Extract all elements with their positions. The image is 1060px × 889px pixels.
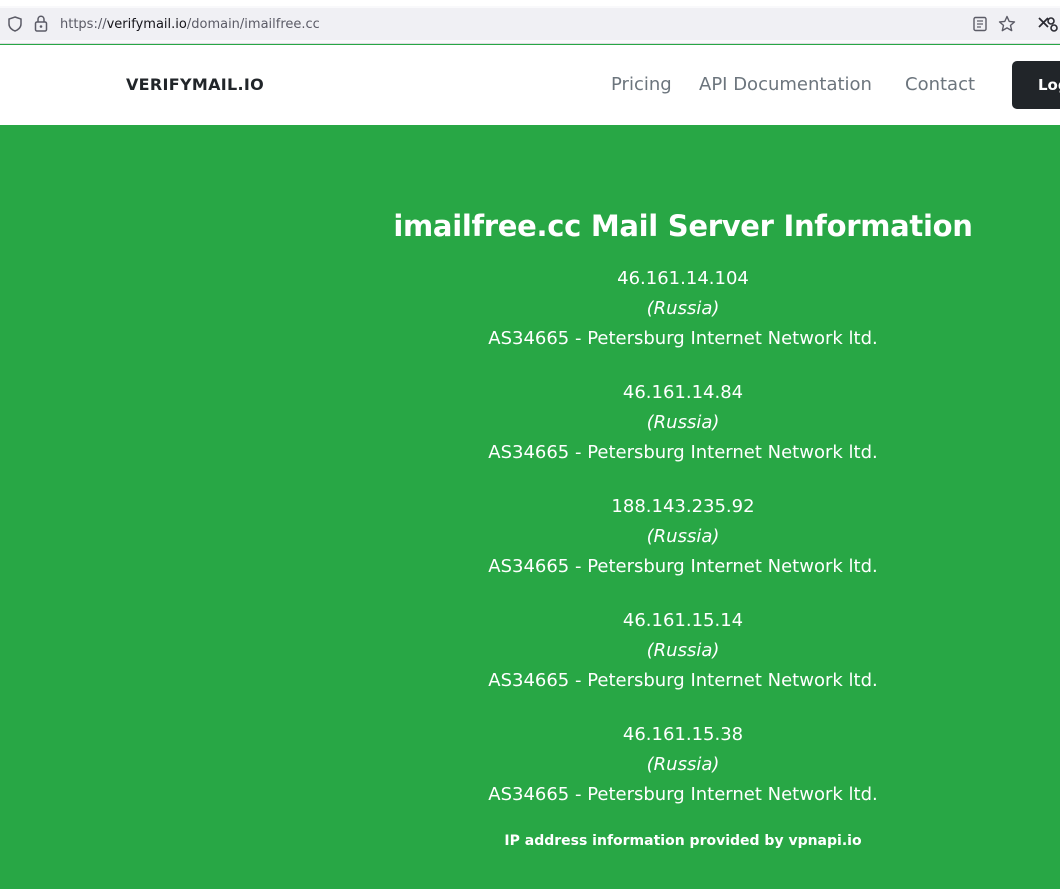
server-country: (Russia) [646,754,720,775]
extension-icon[interactable] [1036,15,1060,33]
server-country: (Russia) [646,640,720,661]
server-asn: AS34665 - Petersburg Internet Network lt… [488,442,878,463]
server-entry: 46.161.15.14 (Russia) AS34665 - Petersbu… [300,606,1060,720]
server-ip: 46.161.15.14 [622,610,744,631]
server-ip: 46.161.15.38 [622,724,744,745]
server-ip: 188.143.235.92 [611,496,755,517]
server-asn: AS34665 - Petersburg Internet Network lt… [488,670,878,691]
site-navbar: VERIFYMAIL.IO Pricing API Documentation … [0,45,1060,125]
server-list: 46.161.14.104 (Russia) AS34665 - Petersb… [300,264,1060,834]
server-asn: AS34665 - Petersburg Internet Network lt… [488,784,878,805]
mail-server-section: imailfree.cc Mail Server Information 46.… [300,125,1060,889]
reader-view-icon[interactable] [972,16,988,32]
server-entry: 188.143.235.92 (Russia) AS34665 - Peters… [300,492,1060,606]
server-country: (Russia) [646,298,720,319]
server-entry: 46.161.14.104 (Russia) AS34665 - Petersb… [300,264,1060,378]
server-ip: 46.161.14.84 [622,382,744,403]
url-scheme: https:// [60,17,107,32]
server-country: (Russia) [646,412,720,433]
bookmark-star-icon[interactable] [998,15,1016,33]
url-host: verifymail.io [106,17,187,32]
nav-link-contact[interactable]: Contact [905,74,975,95]
shield-icon[interactable] [8,16,22,32]
brand-logo[interactable]: VERIFYMAIL.IO [126,75,264,94]
server-entry: 46.161.15.38 (Russia) AS34665 - Petersbu… [300,720,1060,834]
url-path: /domain/imailfree.cc [186,17,320,32]
url-text[interactable]: https://verifymail.io/domain/imailfree.c… [60,17,320,32]
server-asn: AS34665 - Petersburg Internet Network lt… [488,556,878,577]
server-country: (Russia) [646,526,720,547]
browser-tab-strip [0,0,1060,6]
server-entry: 46.161.14.84 (Russia) AS34665 - Petersbu… [300,378,1060,492]
server-ip: 46.161.14.104 [617,268,749,289]
page-title: imailfree.cc Mail Server Information [393,209,973,243]
ip-info-credit: IP address information provided by vpnap… [504,833,862,849]
lock-icon[interactable] [34,15,48,32]
nav-link-pricing[interactable]: Pricing [611,74,672,95]
browser-toolbar: https://verifymail.io/domain/imailfree.c… [0,0,1060,44]
server-asn: AS34665 - Petersburg Internet Network lt… [488,328,878,349]
login-button[interactable]: Log [1012,61,1060,109]
nav-link-api-documentation[interactable]: API Documentation [699,74,872,95]
